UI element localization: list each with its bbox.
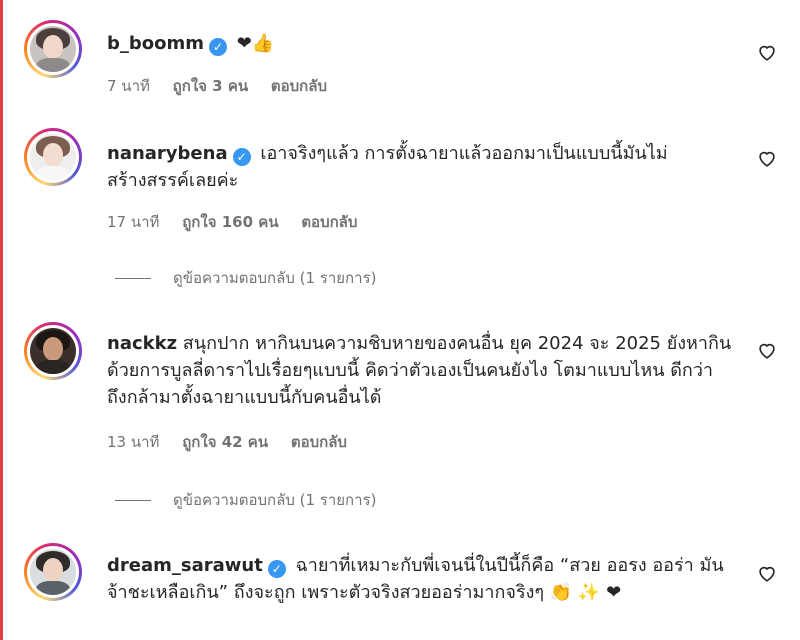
verified-badge-icon: ✓ <box>209 38 228 56</box>
comment-text: b_boomm ✓ ❤👍 <box>107 30 737 57</box>
username[interactable]: nackkz <box>107 333 177 354</box>
view-replies-button[interactable]: ดูข้อความตอบกลับ (1 รายการ) <box>115 490 376 510</box>
avatar[interactable] <box>24 322 82 380</box>
username[interactable]: nanarybena <box>107 143 228 164</box>
comment-emojis: 👏 ✨ ❤ <box>549 582 622 603</box>
reply-button[interactable]: ตอบกลับ <box>301 213 357 231</box>
username[interactable]: dream_sarawut <box>107 555 263 576</box>
heart-outline-icon[interactable] <box>756 339 778 361</box>
comment-meta: 13 นาที ถูกใจ 42 คน ตอบกลับ <box>107 432 365 452</box>
like-count[interactable]: ถูกใจ 160 คน <box>182 213 278 231</box>
like-count[interactable]: ถูกใจ 42 คน <box>182 433 268 451</box>
view-replies-label: ดูข้อความตอบกลับ (1 รายการ) <box>173 269 377 287</box>
comment-meta: 7 นาที ถูกใจ 3 คน ตอบกลับ <box>107 76 345 96</box>
comment-time: 13 นาที <box>107 433 160 451</box>
avatar[interactable] <box>24 20 82 78</box>
view-replies-label: ดูข้อความตอบกลับ (1 รายการ) <box>173 491 377 509</box>
verified-badge-icon: ✓ <box>267 560 286 578</box>
username[interactable]: b_boomm <box>107 33 204 54</box>
avatar[interactable] <box>24 543 82 601</box>
view-replies-button[interactable]: ดูข้อความตอบกลับ (1 รายการ) <box>115 268 376 288</box>
comment-text: nanarybena ✓ เอาจริงๆแล้ว การตั้งฉายาแล้ว… <box>107 140 737 194</box>
reply-button[interactable]: ตอบกลับ <box>291 433 347 451</box>
heart-outline-icon[interactable] <box>756 41 778 63</box>
divider-line <box>115 500 151 501</box>
heart-outline-icon[interactable] <box>756 562 778 584</box>
comment-text: dream_sarawut ✓ ฉายาที่เหมาะกับพี่เจนนี่ใ… <box>107 552 737 606</box>
comment-time: 17 นาที <box>107 213 160 231</box>
comment-body: สนุกปาก หากินบนความชิบหายของคนอื่น ยุค 2… <box>107 333 732 408</box>
left-edge-stripe <box>0 0 3 640</box>
heart-outline-icon[interactable] <box>756 147 778 169</box>
divider-line <box>115 278 151 279</box>
verified-badge-icon: ✓ <box>232 148 251 166</box>
reply-button[interactable]: ตอบกลับ <box>271 77 327 95</box>
comment-emojis: ❤👍 <box>236 33 275 54</box>
comment-text: nackkz สนุกปาก หากินบนความชิบหายของคนอื่… <box>107 330 737 411</box>
comment-time: 7 นาที <box>107 77 150 95</box>
like-count[interactable]: ถูกใจ 3 คน <box>173 77 248 95</box>
comment-meta: 17 นาที ถูกใจ 160 คน ตอบกลับ <box>107 212 375 232</box>
avatar[interactable] <box>24 128 82 186</box>
